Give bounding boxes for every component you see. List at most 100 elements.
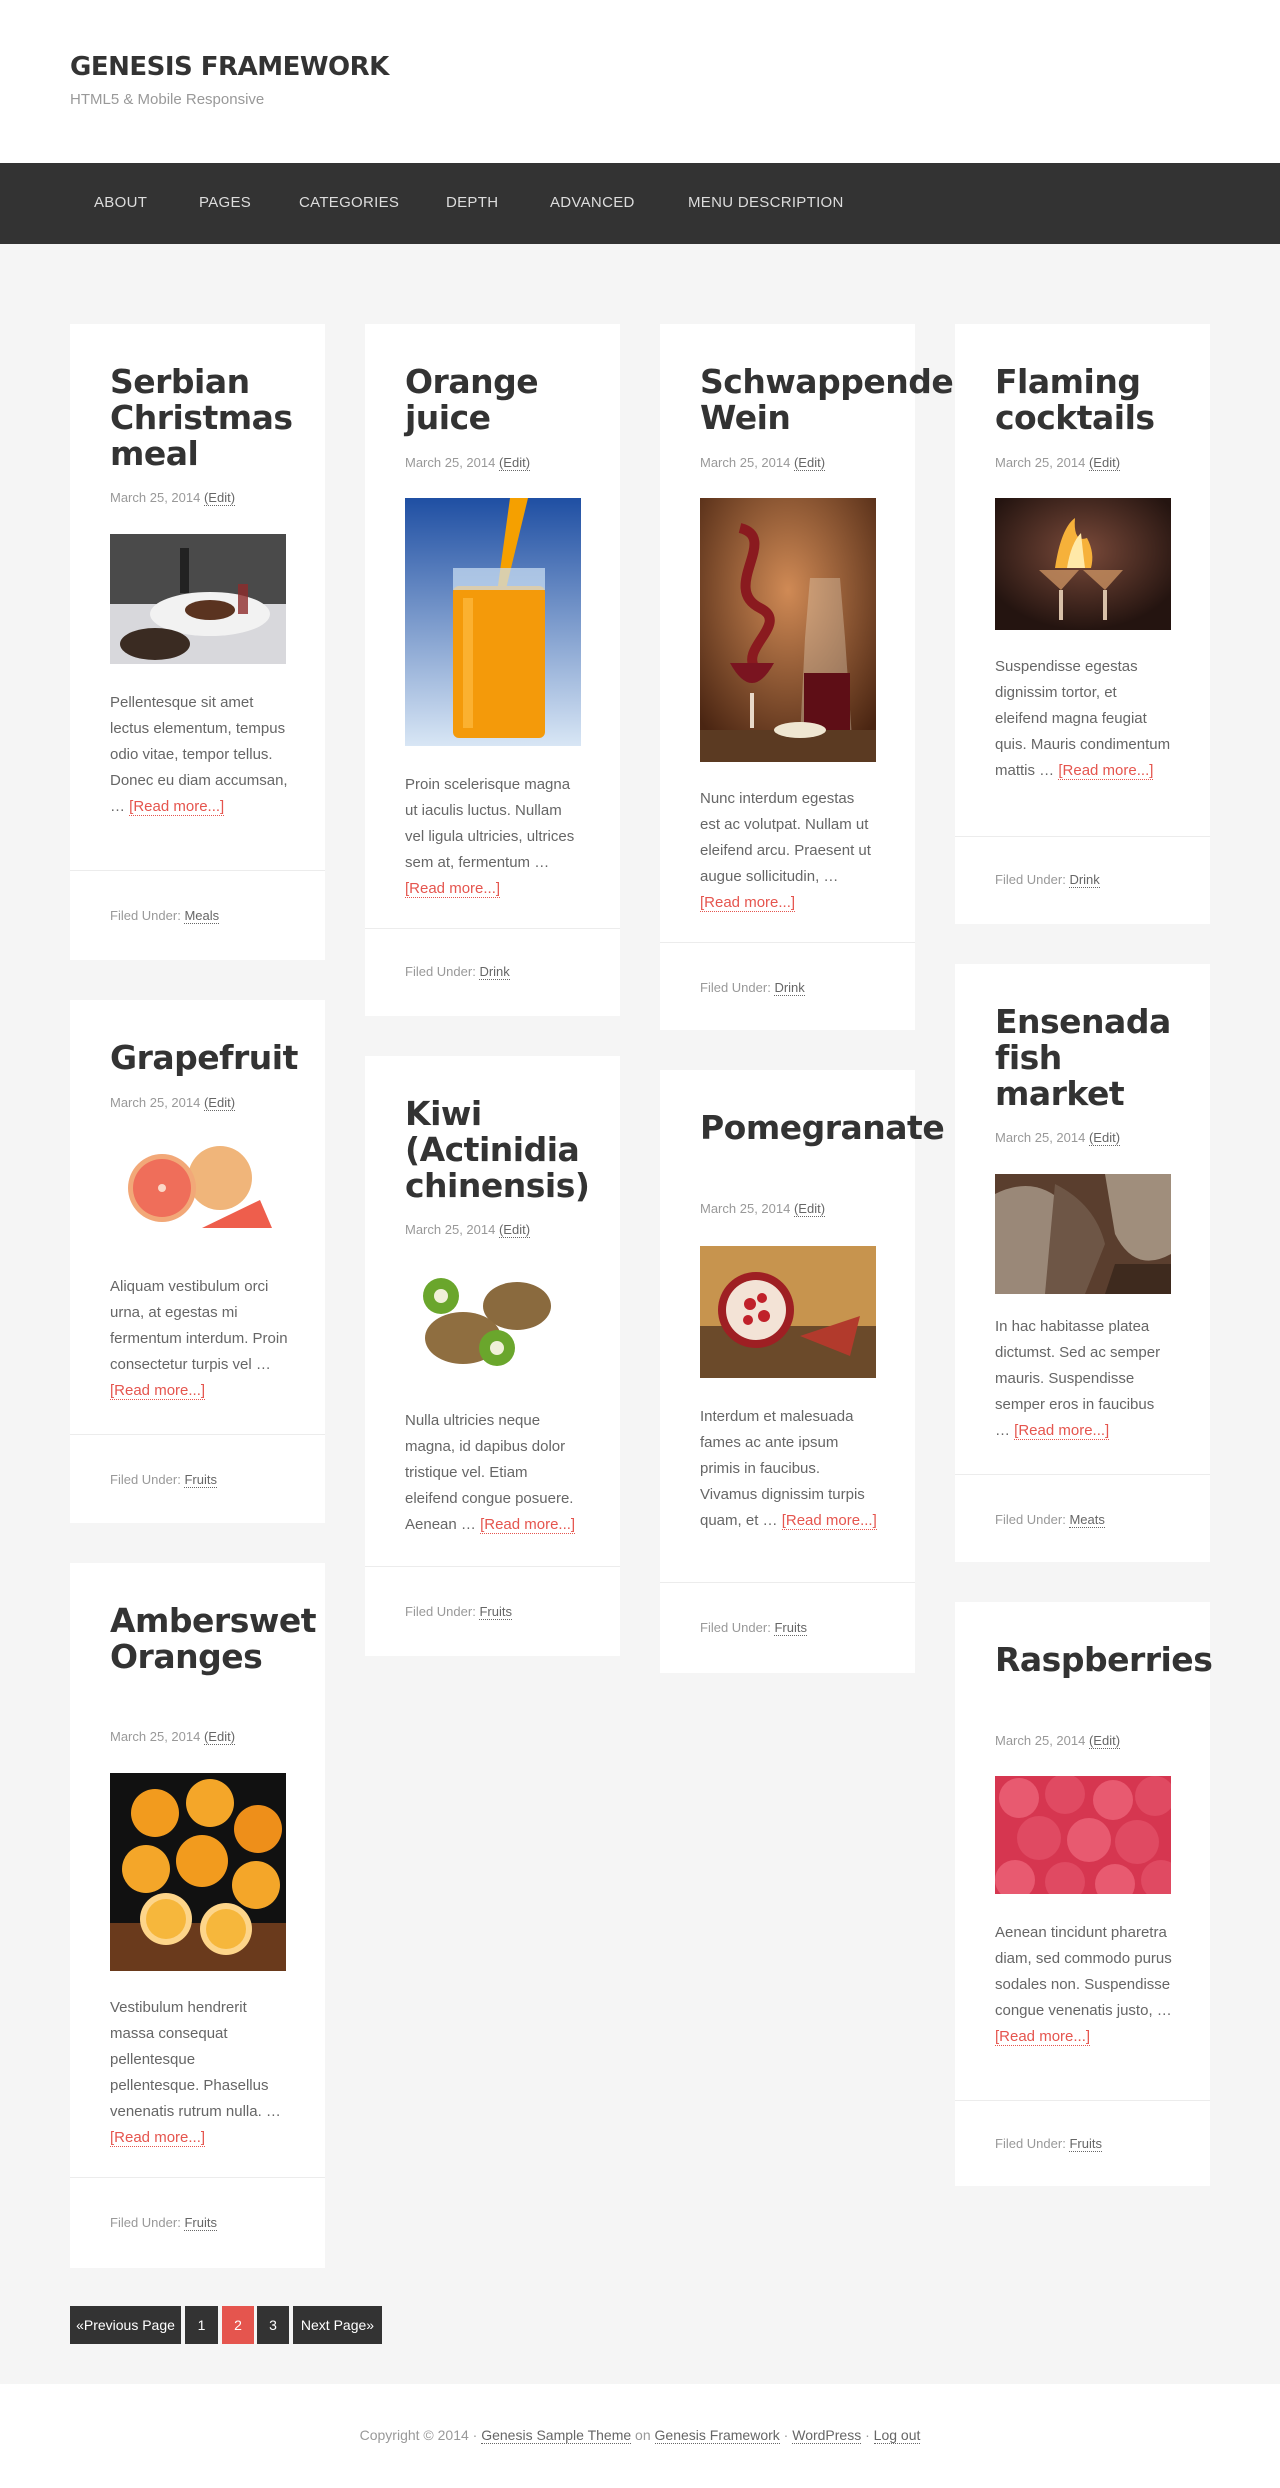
post-title[interactable]: Orange juice [405, 364, 585, 436]
read-more-link[interactable]: [Read more...] [781, 1512, 877, 1530]
post-footer: Filed Under: Fruits [110, 2215, 217, 2231]
post-card: Orange juice March 25, 2014 (Edit) Proin… [365, 324, 620, 1016]
category-link[interactable]: Fruits [1069, 2136, 1102, 2152]
post-card: Grapefruit March 25, 2014 (Edit) Aliquam… [70, 1000, 325, 1523]
edit-link[interactable]: (Edit) [1088, 1130, 1121, 1146]
main-nav: ABOUT PAGES CATEGORIES DEPTH ADVANCED ME… [0, 163, 1280, 244]
read-more-link[interactable]: [Read more...] [110, 1382, 206, 1400]
card-divider [955, 1474, 1210, 1475]
edit-link[interactable]: (Edit) [793, 1201, 826, 1217]
category-link[interactable]: Fruits [184, 2215, 217, 2231]
edit-link[interactable]: (Edit) [1088, 455, 1121, 471]
post-image-grapefruit[interactable] [110, 1140, 286, 1236]
edit-link[interactable]: (Edit) [203, 1729, 236, 1745]
page-2-button[interactable]: 2 [222, 2306, 254, 2344]
edit-link[interactable]: (Edit) [793, 455, 826, 471]
post-image-fish-market[interactable] [995, 1174, 1171, 1294]
post-image-kiwi[interactable] [405, 1266, 581, 1376]
post-image-pomegranate[interactable] [700, 1246, 876, 1378]
post-meta: March 25, 2014 (Edit) [110, 490, 236, 506]
read-more-link[interactable]: [Read more...] [480, 1516, 576, 1534]
read-more-link[interactable]: [Read more...] [129, 798, 225, 816]
category-link[interactable]: Meats [1069, 1512, 1105, 1528]
edit-link[interactable]: (Edit) [1088, 1733, 1121, 1749]
post-image-raspberries[interactable] [995, 1776, 1171, 1894]
post-title[interactable]: Kiwi (Actinidia chinensis) [405, 1096, 590, 1204]
nav-item-pages[interactable]: PAGES [199, 194, 251, 211]
read-more-link[interactable]: [Read more...] [1014, 1422, 1110, 1440]
post-title[interactable]: Grapefruit [110, 1040, 298, 1076]
category-link[interactable]: Drink [774, 980, 805, 996]
post-image-wine[interactable] [700, 498, 876, 762]
category-link[interactable]: Fruits [184, 1472, 217, 1488]
post-title[interactable]: Schwappender Wein [700, 364, 969, 436]
post-title[interactable]: Ensenada fish market [995, 1004, 1175, 1112]
post-title[interactable]: Flaming cocktails [995, 364, 1175, 436]
post-date: March 25, 2014 [995, 455, 1086, 470]
post-meta: March 25, 2014 (Edit) [700, 1201, 826, 1217]
post-image-flaming-cocktails[interactable] [995, 498, 1171, 630]
framework-link[interactable]: Genesis Framework [654, 2427, 780, 2444]
nav-item-categories[interactable]: CATEGORIES [299, 194, 399, 211]
post-excerpt: Pellentesque sit amet lectus elementum, … [110, 694, 288, 816]
read-more-link[interactable]: [Read more...] [700, 894, 796, 912]
read-more-link[interactable]: [Read more...] [405, 880, 501, 898]
post-card: Schwappender Wein March 25, 2014 (Edit) … [660, 324, 969, 1030]
post-date: March 25, 2014 [995, 1130, 1086, 1145]
post-title[interactable]: Pomegranate [700, 1110, 945, 1146]
card-divider [365, 1566, 620, 1567]
edit-link[interactable]: (Edit) [203, 490, 236, 506]
post-meta: March 25, 2014 (Edit) [995, 1733, 1121, 1749]
page-1-button[interactable]: 1 [185, 2306, 218, 2344]
nav-item-menu-description[interactable]: MENU DESCRIPTION [688, 194, 844, 211]
post-title[interactable]: Raspberries [995, 1642, 1213, 1678]
post-footer: Filed Under: Meals [110, 908, 220, 924]
post-date: March 25, 2014 [405, 455, 496, 470]
post-title[interactable]: Amberswet Oranges [110, 1603, 317, 1675]
post-card: Serbian Christmas meal March 25, 2014 (E… [70, 324, 325, 960]
next-page-button[interactable]: Next Page» [293, 2306, 382, 2344]
post-meta: March 25, 2014 (Edit) [110, 1095, 236, 1111]
nav-item-about[interactable]: ABOUT [94, 194, 147, 211]
site-title[interactable]: GENESIS FRAMEWORK [70, 52, 389, 82]
post-image-oranges[interactable] [110, 1773, 286, 1971]
post-image-serbian-meal[interactable] [110, 534, 286, 664]
post-excerpt: Proin scelerisque magna ut iaculis luctu… [405, 776, 575, 898]
post-footer: Filed Under: Drink [995, 872, 1100, 888]
post-date: March 25, 2014 [405, 1222, 496, 1237]
site-description: HTML5 & Mobile Responsive [70, 91, 265, 108]
post-footer: Filed Under: Fruits [700, 1620, 807, 1636]
nav-item-advanced[interactable]: ADVANCED [550, 194, 635, 211]
previous-page-button[interactable]: «Previous Page [70, 2306, 181, 2344]
site-header: GENESIS FRAMEWORK HTML5 & Mobile Respons… [0, 0, 1280, 163]
edit-link[interactable]: (Edit) [498, 455, 531, 471]
logout-link[interactable]: Log out [873, 2427, 921, 2444]
page-3-button[interactable]: 3 [257, 2306, 289, 2344]
category-link[interactable]: Fruits [479, 1604, 512, 1620]
nav-item-depth[interactable]: DEPTH [446, 194, 498, 211]
card-divider [955, 2100, 1210, 2101]
category-link[interactable]: Meals [184, 908, 220, 924]
theme-link[interactable]: Genesis Sample Theme [481, 2427, 632, 2444]
post-meta: March 25, 2014 (Edit) [110, 1729, 236, 1745]
category-link[interactable]: Drink [1069, 872, 1100, 888]
read-more-link[interactable]: [Read more...] [110, 2129, 206, 2147]
post-card: Ensenada fish market March 25, 2014 (Edi… [955, 964, 1210, 1562]
category-link[interactable]: Fruits [774, 1620, 807, 1636]
wordpress-link[interactable]: WordPress [792, 2427, 862, 2444]
edit-link[interactable]: (Edit) [498, 1222, 531, 1238]
post-date: March 25, 2014 [110, 1729, 201, 1744]
footer-text: Copyright © 2014 · Genesis Sample Theme … [359, 2427, 921, 2444]
read-more-link[interactable]: [Read more...] [995, 2028, 1091, 2046]
post-excerpt: Nulla ultricies neque magna, id dapibus … [405, 1412, 576, 1534]
post-meta: March 25, 2014 (Edit) [995, 1130, 1121, 1146]
edit-link[interactable]: (Edit) [203, 1095, 236, 1111]
post-card: Amberswet Oranges March 25, 2014 (Edit) … [70, 1563, 325, 2268]
post-date: March 25, 2014 [110, 1095, 201, 1110]
post-title[interactable]: Serbian Christmas meal [110, 364, 293, 472]
post-card: Pomegranate March 25, 2014 (Edit) Interd… [660, 1070, 945, 1673]
category-link[interactable]: Drink [479, 964, 510, 980]
post-excerpt: Nunc interdum egestas est ac volutpat. N… [700, 790, 871, 912]
post-image-orange-juice[interactable] [405, 498, 581, 746]
read-more-link[interactable]: [Read more...] [1058, 762, 1154, 780]
